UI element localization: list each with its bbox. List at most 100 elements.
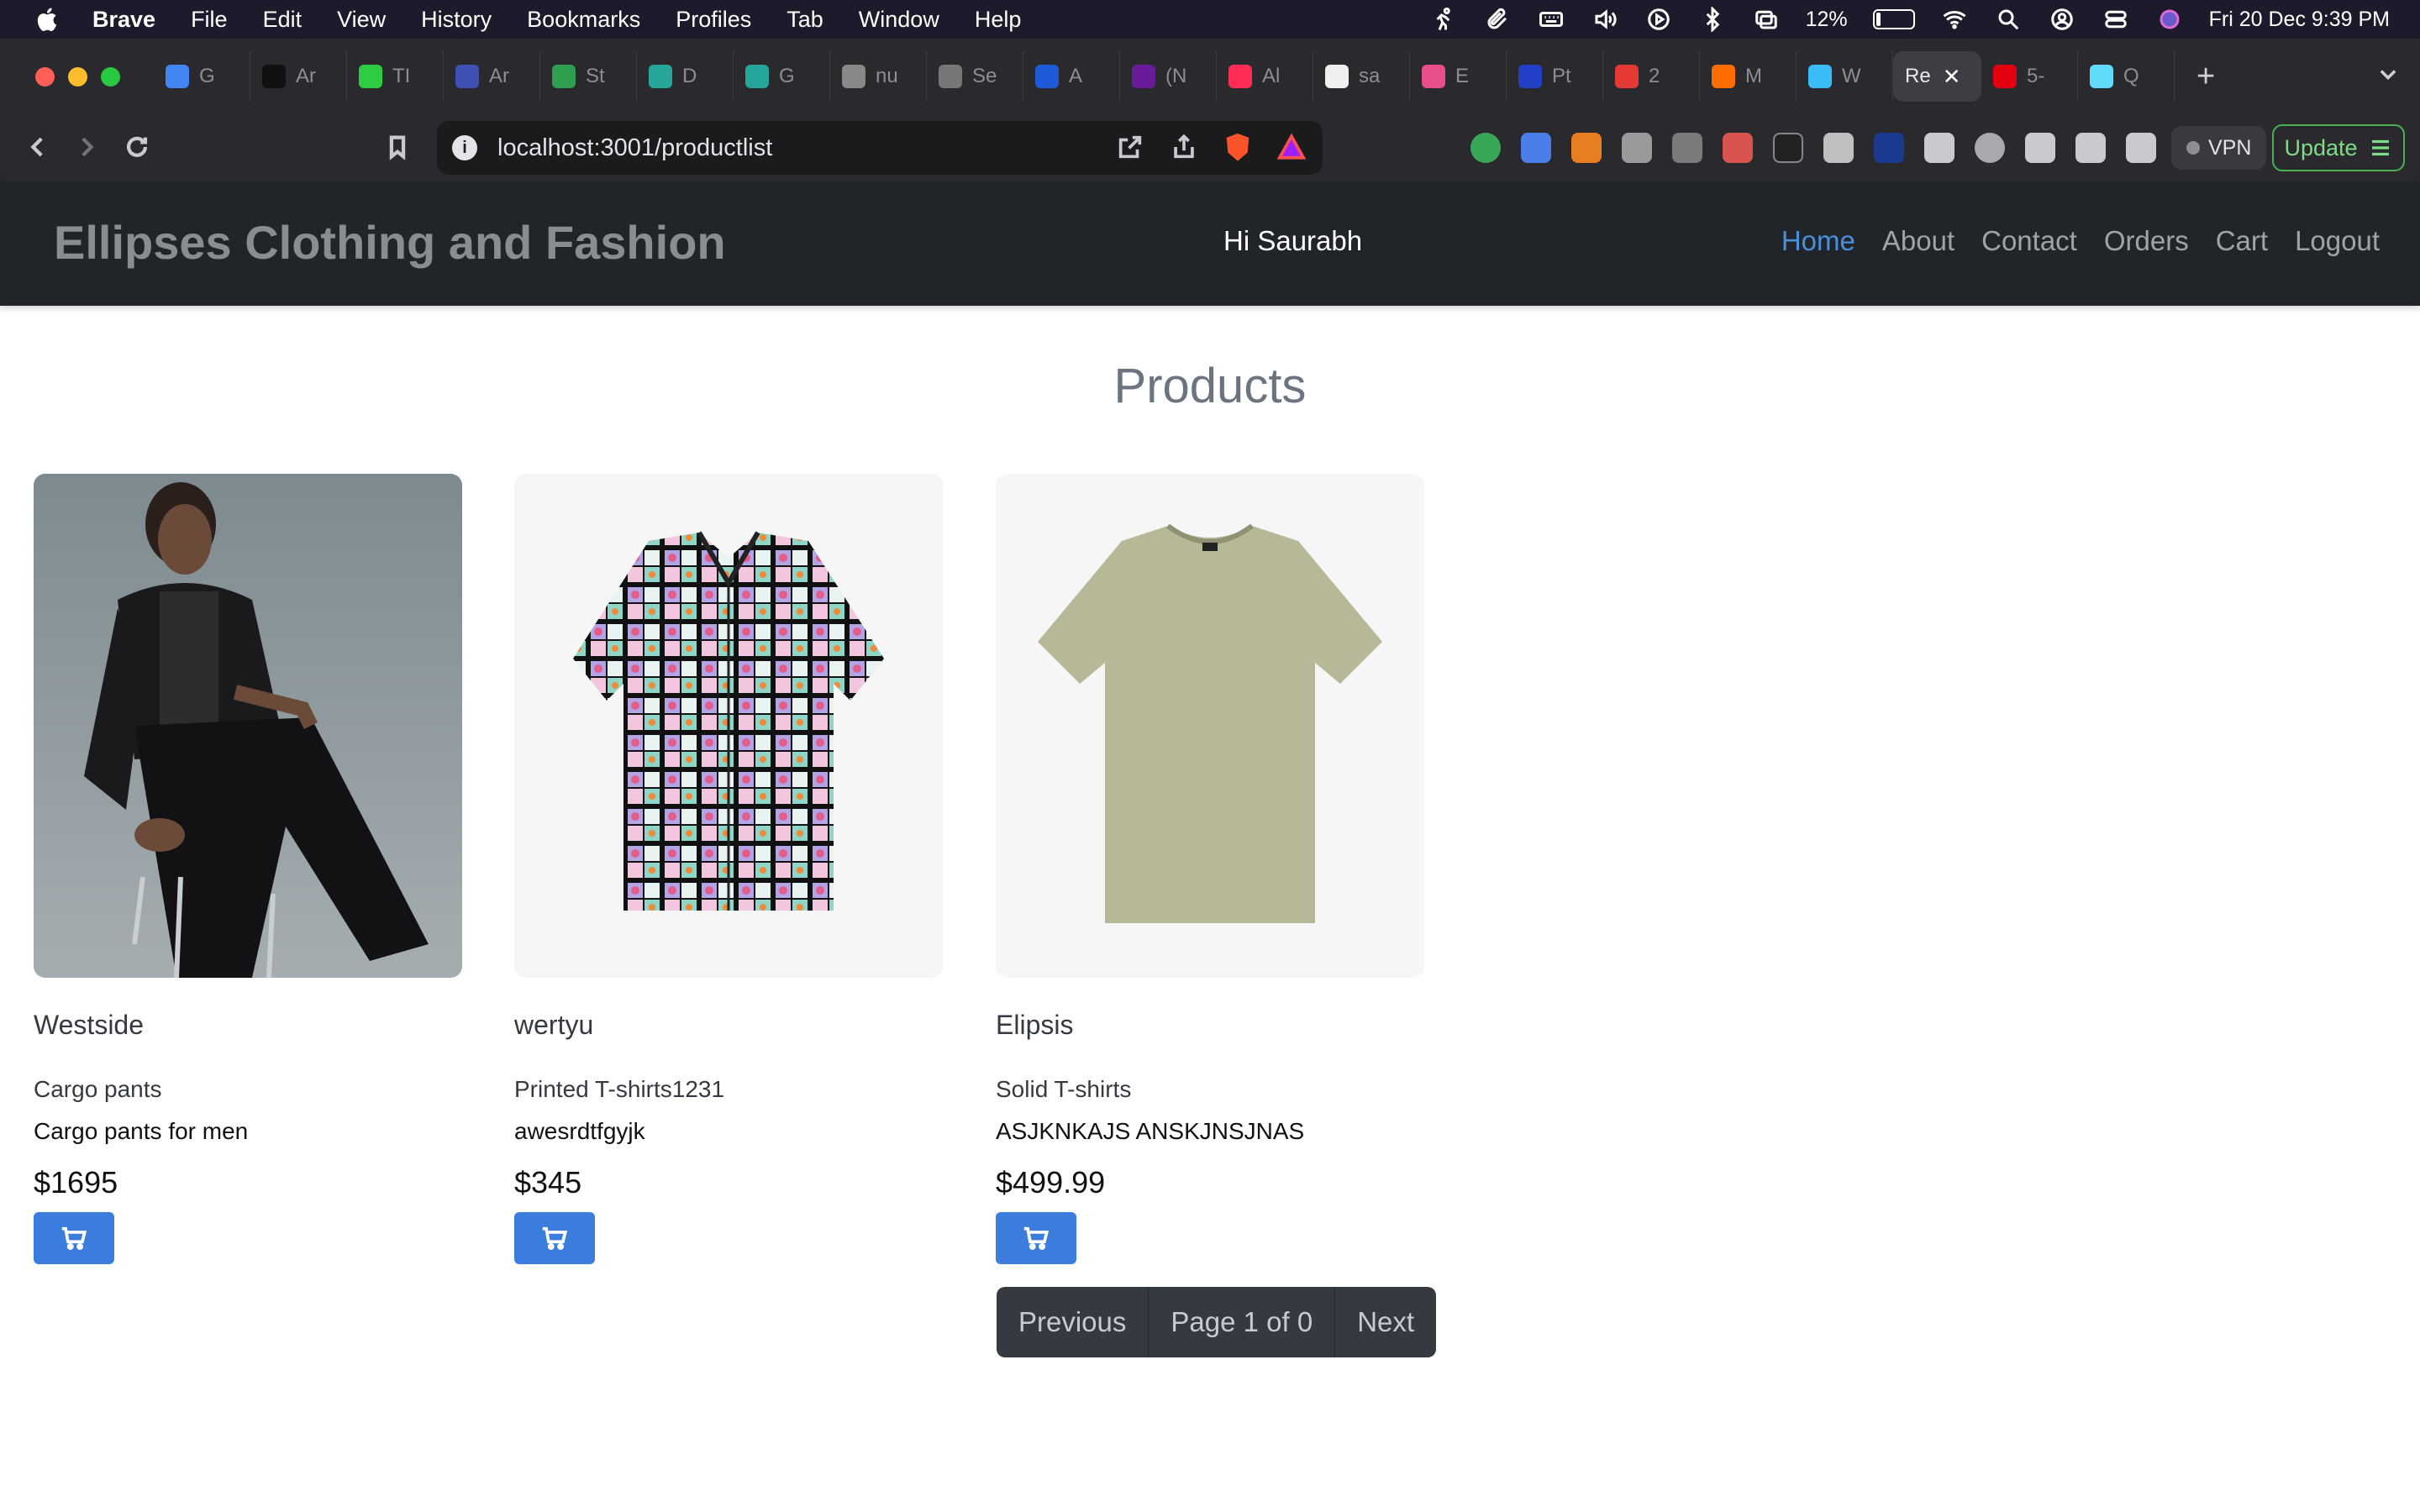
browser-tab[interactable]: 5- (1981, 51, 2078, 102)
add-to-cart-button[interactable] (996, 1212, 1076, 1264)
forward-button[interactable] (72, 133, 101, 165)
nav-cart[interactable]: Cart (2216, 225, 2268, 257)
paperclip-icon[interactable] (1483, 7, 1512, 32)
clock-datetime[interactable]: Fri 20 Dec 9:39 PM (2209, 8, 2390, 32)
nav-contact[interactable]: Contact (1981, 225, 2077, 257)
browser-tab[interactable]: W (1797, 51, 1893, 102)
browser-tab[interactable]: sa (1313, 51, 1410, 102)
user-account-icon[interactable] (2048, 7, 2076, 32)
browser-tab[interactable]: Ar (250, 51, 347, 102)
volume-icon[interactable] (1591, 7, 1619, 32)
keyboard-icon[interactable] (1537, 7, 1565, 32)
product-category: Solid T-shirts (996, 1076, 1132, 1102)
vpn-button[interactable]: VPN (2171, 126, 2267, 170)
menu-help[interactable]: Help (975, 7, 1022, 33)
reload-button[interactable] (123, 133, 151, 165)
extension-icon-9[interactable] (1874, 133, 1904, 163)
site-brand[interactable]: Ellipses Clothing and Fashion (54, 215, 726, 270)
share-icon[interactable] (1170, 133, 1198, 161)
runner-icon[interactable] (1429, 7, 1458, 32)
menu-window[interactable]: Window (859, 7, 939, 33)
browser-tab[interactable]: Ar (444, 51, 540, 102)
extensions-puzzle-icon[interactable] (1924, 133, 1954, 163)
menu-tab[interactable]: Tab (786, 7, 823, 33)
sparkle-icon[interactable] (2126, 133, 2156, 163)
spotlight-search-icon[interactable] (1994, 7, 2023, 32)
product-brand[interactable]: wertyu (514, 1010, 943, 1041)
browser-tab[interactable]: (N (1120, 51, 1217, 102)
minimize-window-button[interactable] (68, 66, 87, 87)
translate-extension-icon[interactable] (1521, 133, 1551, 163)
analytics-extension-icon[interactable] (1672, 133, 1702, 163)
product-image[interactable] (996, 474, 1424, 978)
nav-orders[interactable]: Orders (2104, 225, 2189, 257)
siri-icon[interactable] (2155, 7, 2184, 32)
zoom-window-button[interactable] (101, 66, 120, 87)
sidebar-toggle-icon[interactable] (2025, 133, 2055, 163)
control-center-icon[interactable] (2102, 7, 2130, 32)
browser-tab[interactable]: 2 (1603, 51, 1700, 102)
extension-icon-8[interactable] (1823, 133, 1854, 163)
browser-tab[interactable]: Se (927, 51, 1023, 102)
url-text[interactable]: localhost:3001/productlist (497, 134, 772, 162)
menu-edit[interactable]: Edit (263, 7, 302, 33)
menu-bookmarks[interactable]: Bookmarks (527, 7, 640, 33)
extension-icon-3[interactable] (1571, 133, 1602, 163)
tab-search-menu[interactable] (2376, 62, 2400, 90)
apple-icon[interactable] (34, 6, 59, 33)
browser-tab[interactable]: TI (347, 51, 444, 102)
wallet-icon[interactable] (2075, 133, 2106, 163)
add-to-cart-button[interactable] (514, 1212, 595, 1264)
site-info-icon[interactable]: i (452, 135, 477, 160)
product-image[interactable] (514, 474, 943, 978)
browser-tab[interactable]: Al (1217, 51, 1313, 102)
nav-home[interactable]: Home (1781, 225, 1855, 257)
menu-profiles[interactable]: Profiles (676, 7, 751, 33)
play-circle-icon[interactable] (1644, 7, 1673, 32)
new-tab-button[interactable]: + (2196, 59, 2215, 95)
bluetooth-icon[interactable] (1698, 7, 1727, 32)
menu-history[interactable]: History (421, 7, 492, 33)
brave-shields-icon[interactable] (1223, 133, 1252, 161)
screen-mirroring-icon[interactable] (1752, 7, 1781, 32)
browser-tab[interactable]: E (1410, 51, 1507, 102)
browser-tab[interactable]: Q (2078, 51, 2175, 102)
next-page-button[interactable]: Next (1335, 1287, 1436, 1357)
battery-icon[interactable] (1872, 9, 1915, 29)
browser-tab[interactable]: St (540, 51, 637, 102)
browser-tab[interactable]: Pt (1507, 51, 1603, 102)
back-button[interactable] (24, 133, 52, 165)
extension-icon-6[interactable] (1723, 133, 1753, 163)
product-brand[interactable]: Westside (34, 1010, 462, 1041)
close-window-button[interactable] (35, 66, 55, 87)
extension-icon-4[interactable] (1622, 133, 1652, 163)
browser-tab[interactable]: nu (830, 51, 927, 102)
product-brand[interactable]: Elipsis (996, 1010, 1424, 1041)
open-external-icon[interactable] (1116, 133, 1144, 161)
previous-page-button[interactable]: Previous (997, 1287, 1150, 1357)
extension-icon-7[interactable] (1773, 133, 1803, 163)
leo-ai-icon[interactable] (1975, 133, 2005, 163)
tab-favicon-icon (1422, 65, 1445, 88)
nav-about[interactable]: About (1882, 225, 1954, 257)
browser-tab[interactable]: M (1700, 51, 1797, 102)
address-bar[interactable]: i localhost:3001/productlist (437, 121, 1323, 175)
extension-icon-1[interactable] (1470, 133, 1501, 163)
nav-logout[interactable]: Logout (2295, 225, 2380, 257)
menu-file[interactable]: File (191, 7, 228, 33)
browser-tab[interactable]: A (1023, 51, 1120, 102)
add-to-cart-button[interactable] (34, 1212, 114, 1264)
menu-app-name[interactable]: Brave (92, 7, 155, 33)
brave-rewards-icon[interactable] (1277, 133, 1306, 161)
product-image[interactable] (34, 474, 462, 978)
update-button[interactable]: Update (2272, 124, 2405, 171)
browser-tab[interactable]: D (637, 51, 734, 102)
menu-view[interactable]: View (337, 7, 386, 33)
wifi-icon[interactable] (1940, 7, 1969, 32)
update-label: Update (2284, 134, 2358, 160)
bookmark-button[interactable] (383, 133, 412, 165)
browser-tab[interactable]: G (734, 51, 830, 102)
browser-tab[interactable]: G (154, 51, 250, 102)
close-tab-icon[interactable]: ✕ (1943, 64, 1961, 90)
browser-tab[interactable]: Re ✕ (1893, 51, 1981, 102)
